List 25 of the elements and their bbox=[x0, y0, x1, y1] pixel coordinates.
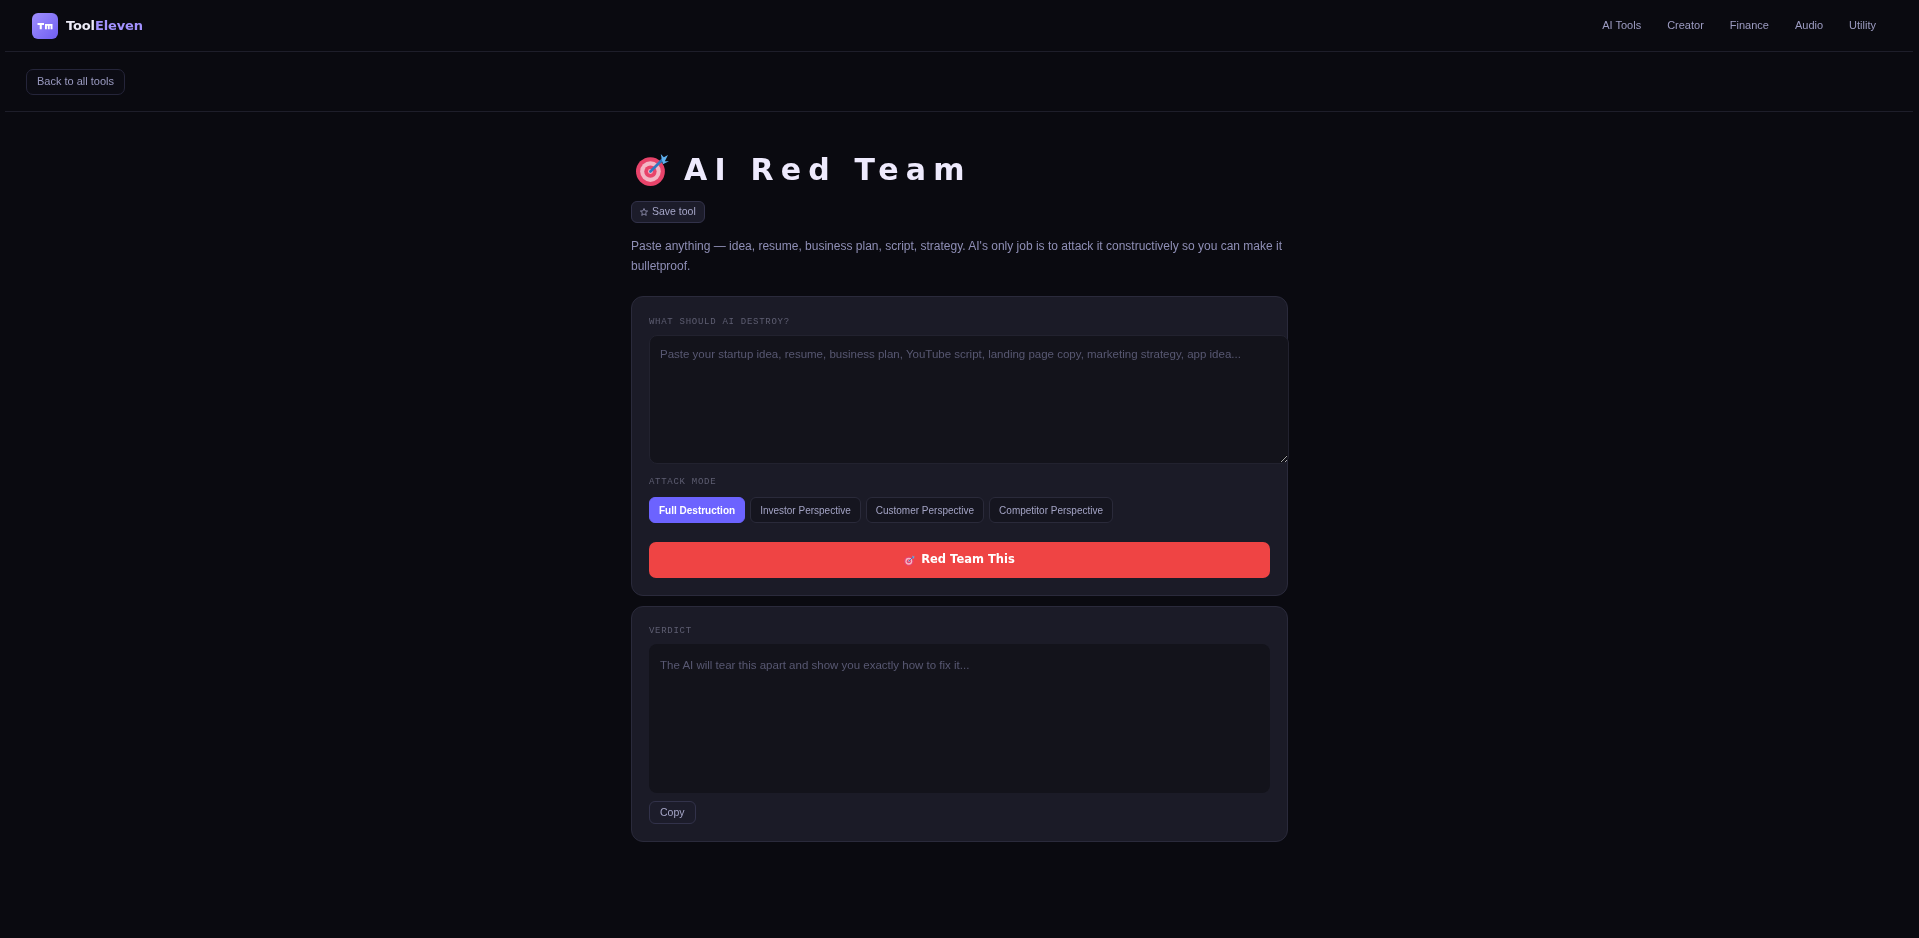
attack-mode-button[interactable]: Customer Perspective bbox=[865, 497, 985, 523]
copy-button[interactable]: Copy bbox=[649, 801, 696, 824]
verdict-output: The AI will tear this apart and show you exactly how to fix it... bbox=[649, 644, 1270, 793]
nav-link[interactable]: AI Tools bbox=[1602, 17, 1642, 34]
page-title: AI Red Team bbox=[684, 153, 972, 186]
star-icon bbox=[640, 208, 648, 216]
nav-link[interactable]: Utility bbox=[1849, 17, 1876, 34]
submit-button[interactable]: Red Team This bbox=[649, 542, 1270, 578]
nav-link[interactable]: Finance bbox=[1729, 17, 1769, 34]
dart-target-icon bbox=[636, 153, 669, 186]
logo-icon bbox=[32, 12, 58, 39]
attack-mode-label: ATTACK MODE bbox=[649, 476, 717, 488]
input-field[interactable]: Paste your startup idea, resume, business plan, YouTube script, landing page copy, marketing strategy, app idea... bbox=[649, 335, 1289, 464]
input-label: WHAT SHOULD AI DESTROY? bbox=[649, 316, 790, 328]
attack-mode-button[interactable]: Investor Perspective bbox=[750, 497, 861, 523]
back-button[interactable]: Back to all tools bbox=[26, 68, 126, 95]
save-tool-button[interactable]: Save tool bbox=[631, 201, 705, 223]
nav-link[interactable]: Creator bbox=[1667, 17, 1704, 34]
brand-name[interactable]: ToolEleven bbox=[66, 15, 143, 36]
attack-mode-button[interactable]: Full Destruction bbox=[649, 497, 746, 523]
dart-target-icon bbox=[904, 554, 916, 566]
attack-mode-button[interactable]: Competitor Perspective bbox=[989, 497, 1114, 523]
tool-description: Paste anything — idea, resume, business plan, script, strategy. AI's only job is to attack it constructively so you can make it bulletproof. bbox=[631, 238, 1284, 275]
verdict-label: VERDICT bbox=[649, 625, 692, 637]
nav-link[interactable]: Audio bbox=[1794, 17, 1824, 34]
